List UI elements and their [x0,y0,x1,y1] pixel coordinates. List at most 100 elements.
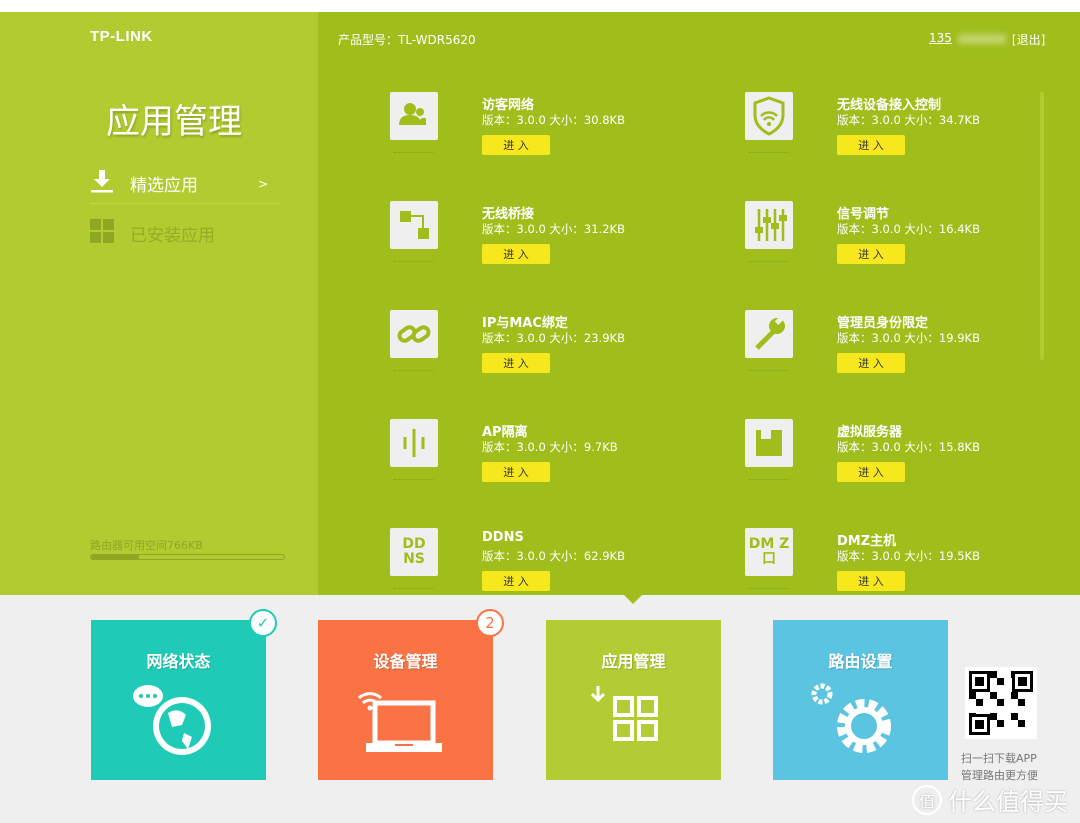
enter-button[interactable]: 进 入 [482,353,550,373]
tile-router-settings[interactable]: 路由设置 [773,620,948,780]
app-item: IP与MAC绑定版本：3.0.0 大小：23.9KB 进 入 [390,310,690,410]
app-version-size: 版本：3.0.0 大小：62.9KB [482,548,625,564]
enter-button[interactable]: 进 入 [482,135,550,155]
app-version-size: 版本：3.0.0 大小：9.7KB [482,439,618,455]
app-name: 访客网络 [482,94,534,113]
sliders-icon [745,201,793,249]
tile-device-management[interactable]: 设备管理 2 [318,620,493,780]
app-version-size: 版本：3.0.0 大小：15.8KB [837,439,980,455]
icon-shadow [749,152,789,154]
bridge-icon [390,201,438,249]
chevron-right-icon: > [258,177,268,191]
notification-badge: 2 [476,609,504,637]
watermark-text: 什么值得买 [948,782,1068,817]
watermark: 值什么值得买 [912,782,1068,817]
icon-shadow [394,370,434,372]
download-icon [90,169,116,198]
tile-app-management[interactable]: 应用管理 [546,620,721,780]
storage-progress-fill [91,555,139,559]
logout-link[interactable]: [退出] [1012,31,1045,48]
enter-button[interactable]: 进 入 [482,571,550,591]
sidebar: TP-LINK 应用管理 精选应用 > 已安装应用 路由器可用空间766KB [0,12,318,595]
watermark-logo: 值 [912,785,942,815]
icon-shadow [394,479,434,481]
guest-users-icon [390,92,438,140]
app-item: 信号调节版本：3.0.0 大小：16.4KB 进 入 [745,201,1045,301]
app-name: 信号调节 [837,203,889,222]
tile-label: 应用管理 [546,648,721,672]
app-name: IP与MAC绑定 [482,312,568,331]
user-area: 135 [退出] [929,31,1045,48]
app-name: 虚拟服务器 [837,421,902,440]
enter-button[interactable]: 进 入 [482,462,550,482]
app-version-size: 版本：3.0.0 大小：16.4KB [837,221,980,237]
sidebar-item-installed-apps[interactable]: 已安装应用 [90,218,280,248]
ddns-icon: DD NS [390,528,438,576]
icon-shadow [394,261,434,263]
qr-caption-line: 扫一扫下载APP [961,750,1038,767]
top-panel: TP-LINK 应用管理 精选应用 > 已安装应用 路由器可用空间766KB 产… [0,12,1080,595]
icon-shadow [749,261,789,263]
sidebar-item-featured-apps[interactable]: 精选应用 > [90,164,280,204]
tile-network-status[interactable]: 网络状态 ✓ [91,620,266,780]
app-item: AP隔离版本：3.0.0 大小：9.7KB 进 入 [390,419,690,519]
tile-label: 路由设置 [773,648,948,672]
page-title: 应用管理 [106,94,242,143]
app-item: 无线设备接入控制版本：3.0.0 大小：34.7KB 进 入 [745,92,1045,192]
app-version-size: 版本：3.0.0 大小：19.5KB [837,548,980,564]
storage-progress-bar [90,554,285,560]
app-item: 管理员身份限定版本：3.0.0 大小：19.9KB 进 入 [745,310,1045,410]
tp-link-logo: TP-LINK [90,28,153,45]
icon-shadow [394,152,434,154]
app-item: 访客网络版本：3.0.0 大小：30.8KB 进 入 [390,92,690,192]
enter-button[interactable]: 进 入 [837,462,905,482]
qr-code [965,667,1037,739]
tile-label: 网络状态 [91,648,266,672]
link-icon [390,310,438,358]
icon-shadow [749,588,789,590]
icon-shadow [394,588,434,590]
dmz-icon: DM Z口 [745,528,793,576]
gear-icon [808,678,908,768]
active-pointer [624,595,642,604]
enter-button[interactable]: 进 入 [482,244,550,264]
app-name: DMZ主机 [837,530,896,549]
globe-icon [126,678,226,768]
sidebar-item-label: 已安装应用 [130,221,215,246]
app-name: 管理员身份限定 [837,312,928,331]
sidebar-item-label: 精选应用 [130,171,198,196]
app-item: 无线桥接版本：3.0.0 大小：31.2KB 进 入 [390,201,690,301]
app-version-size: 版本：3.0.0 大小：23.9KB [482,330,625,346]
isolation-icon [390,419,438,467]
enter-button[interactable]: 进 入 [837,244,905,264]
floppy-icon [745,419,793,467]
wifi-shield-icon [745,92,793,140]
app-name: DDNS [482,530,524,545]
grid-icon [90,219,116,248]
laptop-wifi-icon [353,678,463,768]
wrench-icon [745,310,793,358]
app-version-size: 版本：3.0.0 大小：19.9KB [837,330,980,346]
tile-label: 设备管理 [318,648,493,672]
app-version-size: 版本：3.0.0 大小：34.7KB [837,112,980,128]
app-version-size: 版本：3.0.0 大小：30.8KB [482,112,625,128]
qr-caption: 扫一扫下载APP管理路由更方便 [961,750,1038,784]
app-version-size: 版本：3.0.0 大小：31.2KB [482,221,625,237]
app-grid-download-icon [581,678,681,768]
icon-shadow [749,479,789,481]
storage-label: 路由器可用空间766KB [90,537,203,553]
app-name: 无线设备接入控制 [837,94,941,113]
enter-button[interactable]: 进 入 [837,571,905,591]
check-icon: ✓ [249,609,277,637]
app-name: AP隔离 [482,421,528,440]
enter-button[interactable]: 进 入 [837,135,905,155]
icon-shadow [749,370,789,372]
icon-text: DM Z口 [745,537,793,567]
icon-text: DD NS [390,537,438,567]
user-account-link[interactable]: 135 [929,31,952,48]
app-item: 虚拟服务器版本：3.0.0 大小：15.8KB 进 入 [745,419,1045,519]
blurred-account [958,34,1006,44]
enter-button[interactable]: 进 入 [837,353,905,373]
app-name: 无线桥接 [482,203,534,222]
scrollbar[interactable] [1040,92,1044,360]
